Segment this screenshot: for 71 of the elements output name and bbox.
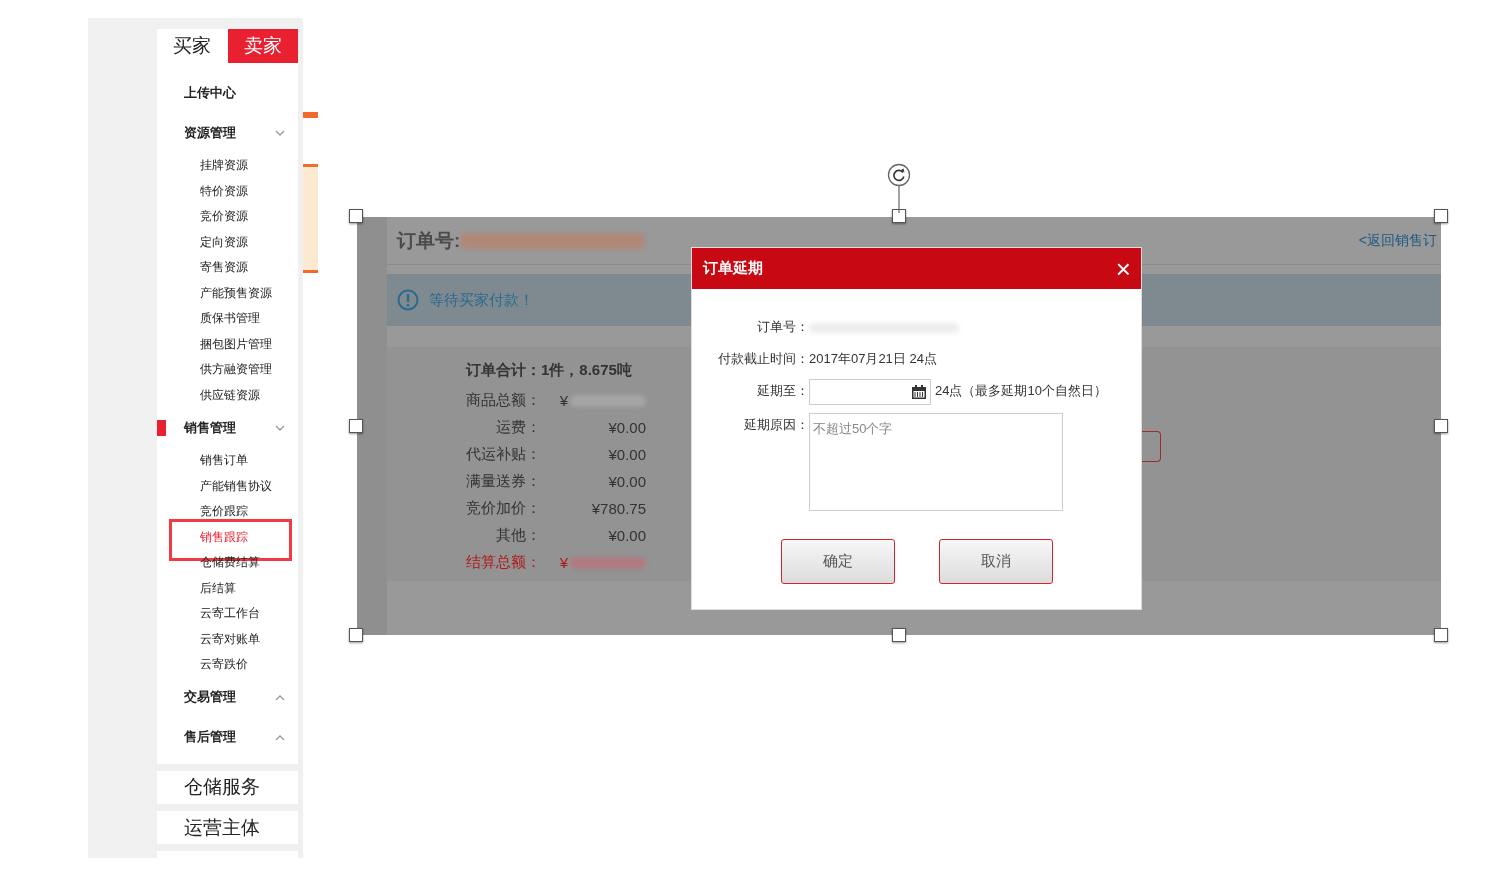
resize-handle[interactable] (349, 209, 363, 223)
menu-item[interactable]: 定向资源 (200, 233, 248, 251)
menu-group[interactable]: 资源管理 (184, 124, 275, 142)
resize-handle[interactable] (892, 628, 906, 642)
menu-item[interactable]: 云寄对账单 (200, 630, 260, 648)
summary-title: 订单合计：1件，8.675吨 (464, 361, 633, 380)
menu-section[interactable]: 仓储服务 (157, 770, 298, 804)
status-text: 等待买家付款！ (429, 290, 534, 310)
field-label: 延期原因： (743, 416, 809, 434)
dialog-title: 订单延期 (703, 259, 763, 278)
summary-value: ¥ (559, 392, 568, 409)
role-tab[interactable]: 卖家 (227, 29, 298, 64)
menu-item[interactable]: 云寄跌价 (200, 656, 248, 674)
menu-item[interactable]: 竞价资源 (200, 208, 248, 226)
menu-group[interactable]: 上传中心 (184, 84, 298, 102)
rotate-handle[interactable] (886, 163, 912, 213)
menu-group[interactable]: 销售管理 (184, 419, 275, 437)
deadline-value: 2017年07月21日 24点 (809, 350, 937, 368)
summary-label: 运费： (495, 418, 541, 437)
calendar-icon (911, 384, 927, 400)
resize-handle[interactable] (1434, 419, 1448, 433)
chevron-icon (275, 734, 285, 741)
field-label: 订单号： (756, 318, 809, 336)
menu-item[interactable]: 竞价跟踪 (200, 503, 248, 521)
summary-label: 商品总额： (465, 391, 541, 410)
order-number-label: 订单号: (397, 228, 461, 253)
menu-item[interactable]: 特价资源 (200, 182, 248, 200)
menu-item[interactable]: 捆包图片管理 (200, 335, 272, 353)
summary-label: 代运补贴： (465, 445, 541, 464)
summary-value: ¥0.00 (608, 473, 646, 490)
menu-section[interactable]: 运营主体 (157, 810, 298, 845)
menu-item[interactable]: 挂牌资源 (200, 157, 248, 175)
role-tab[interactable]: 买家 (157, 29, 228, 64)
field-label: 付款截止时间： (717, 350, 809, 368)
confirm-button[interactable]: 确定 (780, 539, 895, 584)
menu-item[interactable]: 寄售资源 (200, 259, 248, 277)
summary-label: 其他： (495, 526, 541, 545)
resize-handle[interactable] (1434, 209, 1448, 223)
summary-label: 结算总额： (465, 553, 541, 572)
menu-item[interactable]: 销售订单 (200, 452, 248, 470)
close-button[interactable]: × (1115, 255, 1131, 282)
summary-value: ¥ (559, 554, 568, 571)
summary-label: 满量送券： (465, 472, 541, 491)
summary-value: ¥0.00 (608, 446, 646, 463)
date-hint: 24点（最多延期10个自然日） (935, 382, 1107, 400)
summary-value: ¥0.00 (608, 419, 646, 436)
menu-item[interactable]: 后结算 (200, 579, 236, 597)
resize-handle[interactable] (349, 628, 363, 642)
resize-handle[interactable] (892, 209, 906, 223)
summary-value: ¥0.00 (608, 527, 646, 544)
menu-item[interactable]: 产能销售协议 (200, 477, 272, 495)
info-icon (397, 289, 419, 311)
chevron-icon (275, 130, 285, 137)
menu-item[interactable]: 供方融资管理 (200, 361, 272, 379)
chevron-icon (275, 694, 285, 701)
cancel-button[interactable]: 取消 (938, 539, 1053, 584)
field-label: 延期至： (756, 382, 809, 400)
summary-label: 竞价加价： (465, 499, 541, 518)
menu-group[interactable]: 交易管理 (184, 689, 275, 707)
resize-handle[interactable] (1434, 628, 1448, 642)
menu-item[interactable]: 销售跟踪 (200, 528, 248, 546)
menu-item[interactable]: 产能预售资源 (200, 284, 272, 302)
menu-item[interactable]: 质保书管理 (200, 310, 260, 328)
date-field[interactable] (809, 379, 931, 405)
menu-item[interactable]: 云寄工作台 (200, 605, 260, 623)
menu-group[interactable]: 售后管理 (184, 729, 275, 747)
resize-handle[interactable] (349, 419, 363, 433)
menu-item[interactable]: 供应链资源 (200, 386, 260, 404)
summary-value: ¥780.75 (591, 500, 646, 517)
reason-field[interactable]: 不超过50个字 (809, 413, 1063, 511)
chevron-icon (275, 425, 285, 432)
